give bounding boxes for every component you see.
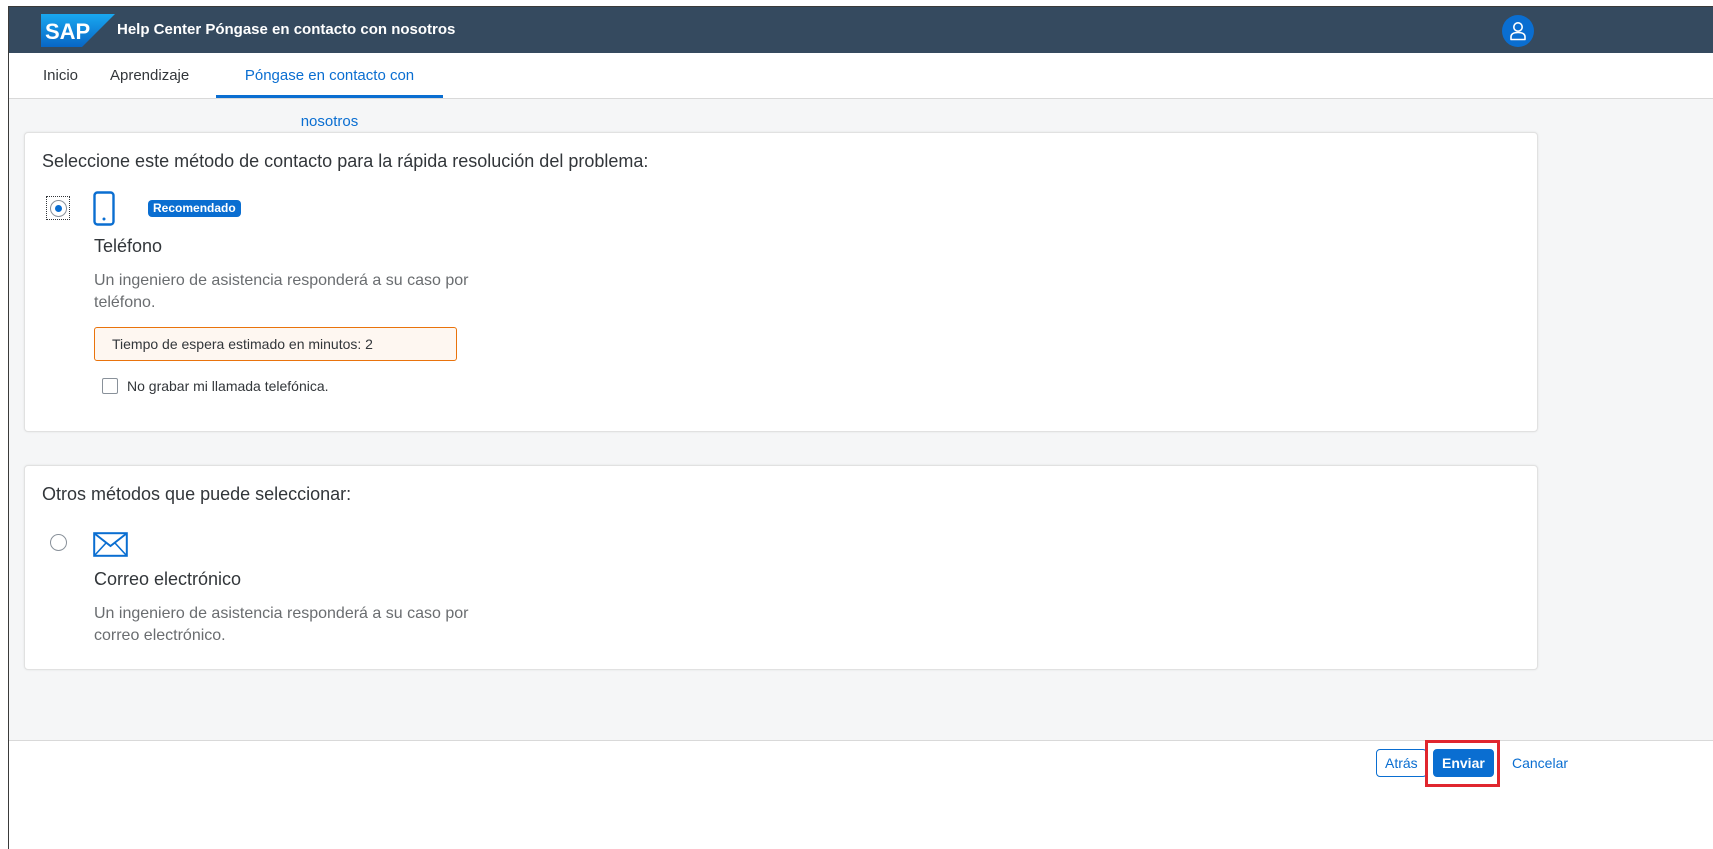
back-button[interactable]: Atrás	[1376, 749, 1427, 777]
sap-logo[interactable]: SAP	[41, 14, 115, 47]
email-icon	[93, 532, 128, 557]
tab-inicio[interactable]: Inicio	[43, 53, 78, 98]
other-methods-card: Otros métodos que puede seleccionar: Cor…	[24, 465, 1538, 670]
tab-contacto[interactable]: Póngase en contacto con nosotros	[216, 53, 443, 130]
wait-time-notice: Tiempo de espera estimado en minutos: 2	[94, 327, 457, 361]
recommended-section-title: Seleccione este método de contacto para …	[42, 151, 649, 171]
app-frame: SAP Help Center Póngase en contacto con …	[8, 6, 1713, 849]
shell-header: SAP Help Center Póngase en contacto con …	[9, 7, 1713, 53]
other-section-title: Otros métodos que puede seleccionar:	[42, 484, 352, 504]
phone-icon	[93, 191, 115, 226]
cancel-button[interactable]: Cancelar	[1503, 749, 1577, 777]
recommended-badge: Recomendado	[148, 200, 241, 217]
phone-method-description: Un ingeniero de asistencia responderá a …	[94, 272, 469, 311]
phone-radio-dot	[55, 205, 62, 212]
user-avatar[interactable]	[1502, 15, 1534, 47]
footer-toolbar: Atrás Enviar Cancelar	[9, 740, 1713, 849]
send-button[interactable]: Enviar	[1433, 749, 1494, 777]
tab-aprendizaje[interactable]: Aprendizaje	[110, 53, 189, 98]
no-record-checkbox-label: No grabar mi llamada telefónica.	[127, 378, 329, 394]
sap-logo-text: SAP	[45, 19, 90, 44]
user-icon	[1510, 22, 1526, 41]
email-method-description: Un ingeniero de asistencia responderá a …	[94, 605, 469, 644]
no-record-checkbox-row[interactable]: No grabar mi llamada telefónica.	[102, 378, 329, 394]
recommended-method-card: Seleccione este método de contacto para …	[24, 132, 1538, 432]
email-radio[interactable]	[50, 534, 67, 551]
phone-radio[interactable]	[50, 200, 67, 217]
tab-bar: Inicio Aprendizaje Póngase en contacto c…	[9, 53, 1713, 130]
no-record-checkbox[interactable]	[102, 378, 118, 394]
email-method-title: Correo electrónico	[94, 569, 242, 589]
phone-method-title: Teléfono	[94, 236, 163, 256]
shell-title: Help Center Póngase en contacto con noso…	[117, 21, 456, 38]
